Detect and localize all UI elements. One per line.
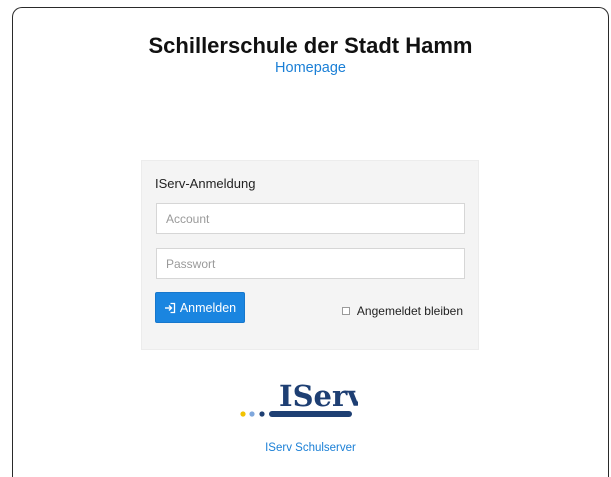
password-input[interactable] [156,248,465,279]
account-input[interactable] [156,203,465,234]
logo-underline [269,411,352,417]
school-title: Schillerschule der Stadt Hamm [148,33,473,58]
iserv-schulserver-link[interactable]: IServ Schulserver [13,442,608,454]
iserv-logo: IServ [238,374,365,422]
login-button-label: Anmelden [179,300,237,315]
remember-me-label: Angemeldet bleiben [356,304,463,318]
login-button[interactable]: Anmelden [155,292,245,323]
page-frame: Schillerschule der Stadt Hamm Homepage I… [12,7,609,477]
login-panel-title: IServ-Anmeldung [155,176,256,191]
login-panel: IServ-Anmeldung Anmelden Angemeldet blei… [141,160,479,350]
logo-wordmark: IServ [279,379,358,413]
logo-dot-lightblue [249,411,255,417]
remember-me-toggle[interactable]: Angemeldet bleiben [341,304,463,318]
logo-dot-navy [259,411,265,417]
sign-in-icon [164,302,176,314]
remember-me-checkbox[interactable] [341,307,350,315]
logo-dot-yellow [240,411,246,417]
homepage-link[interactable]: Homepage [13,60,608,76]
